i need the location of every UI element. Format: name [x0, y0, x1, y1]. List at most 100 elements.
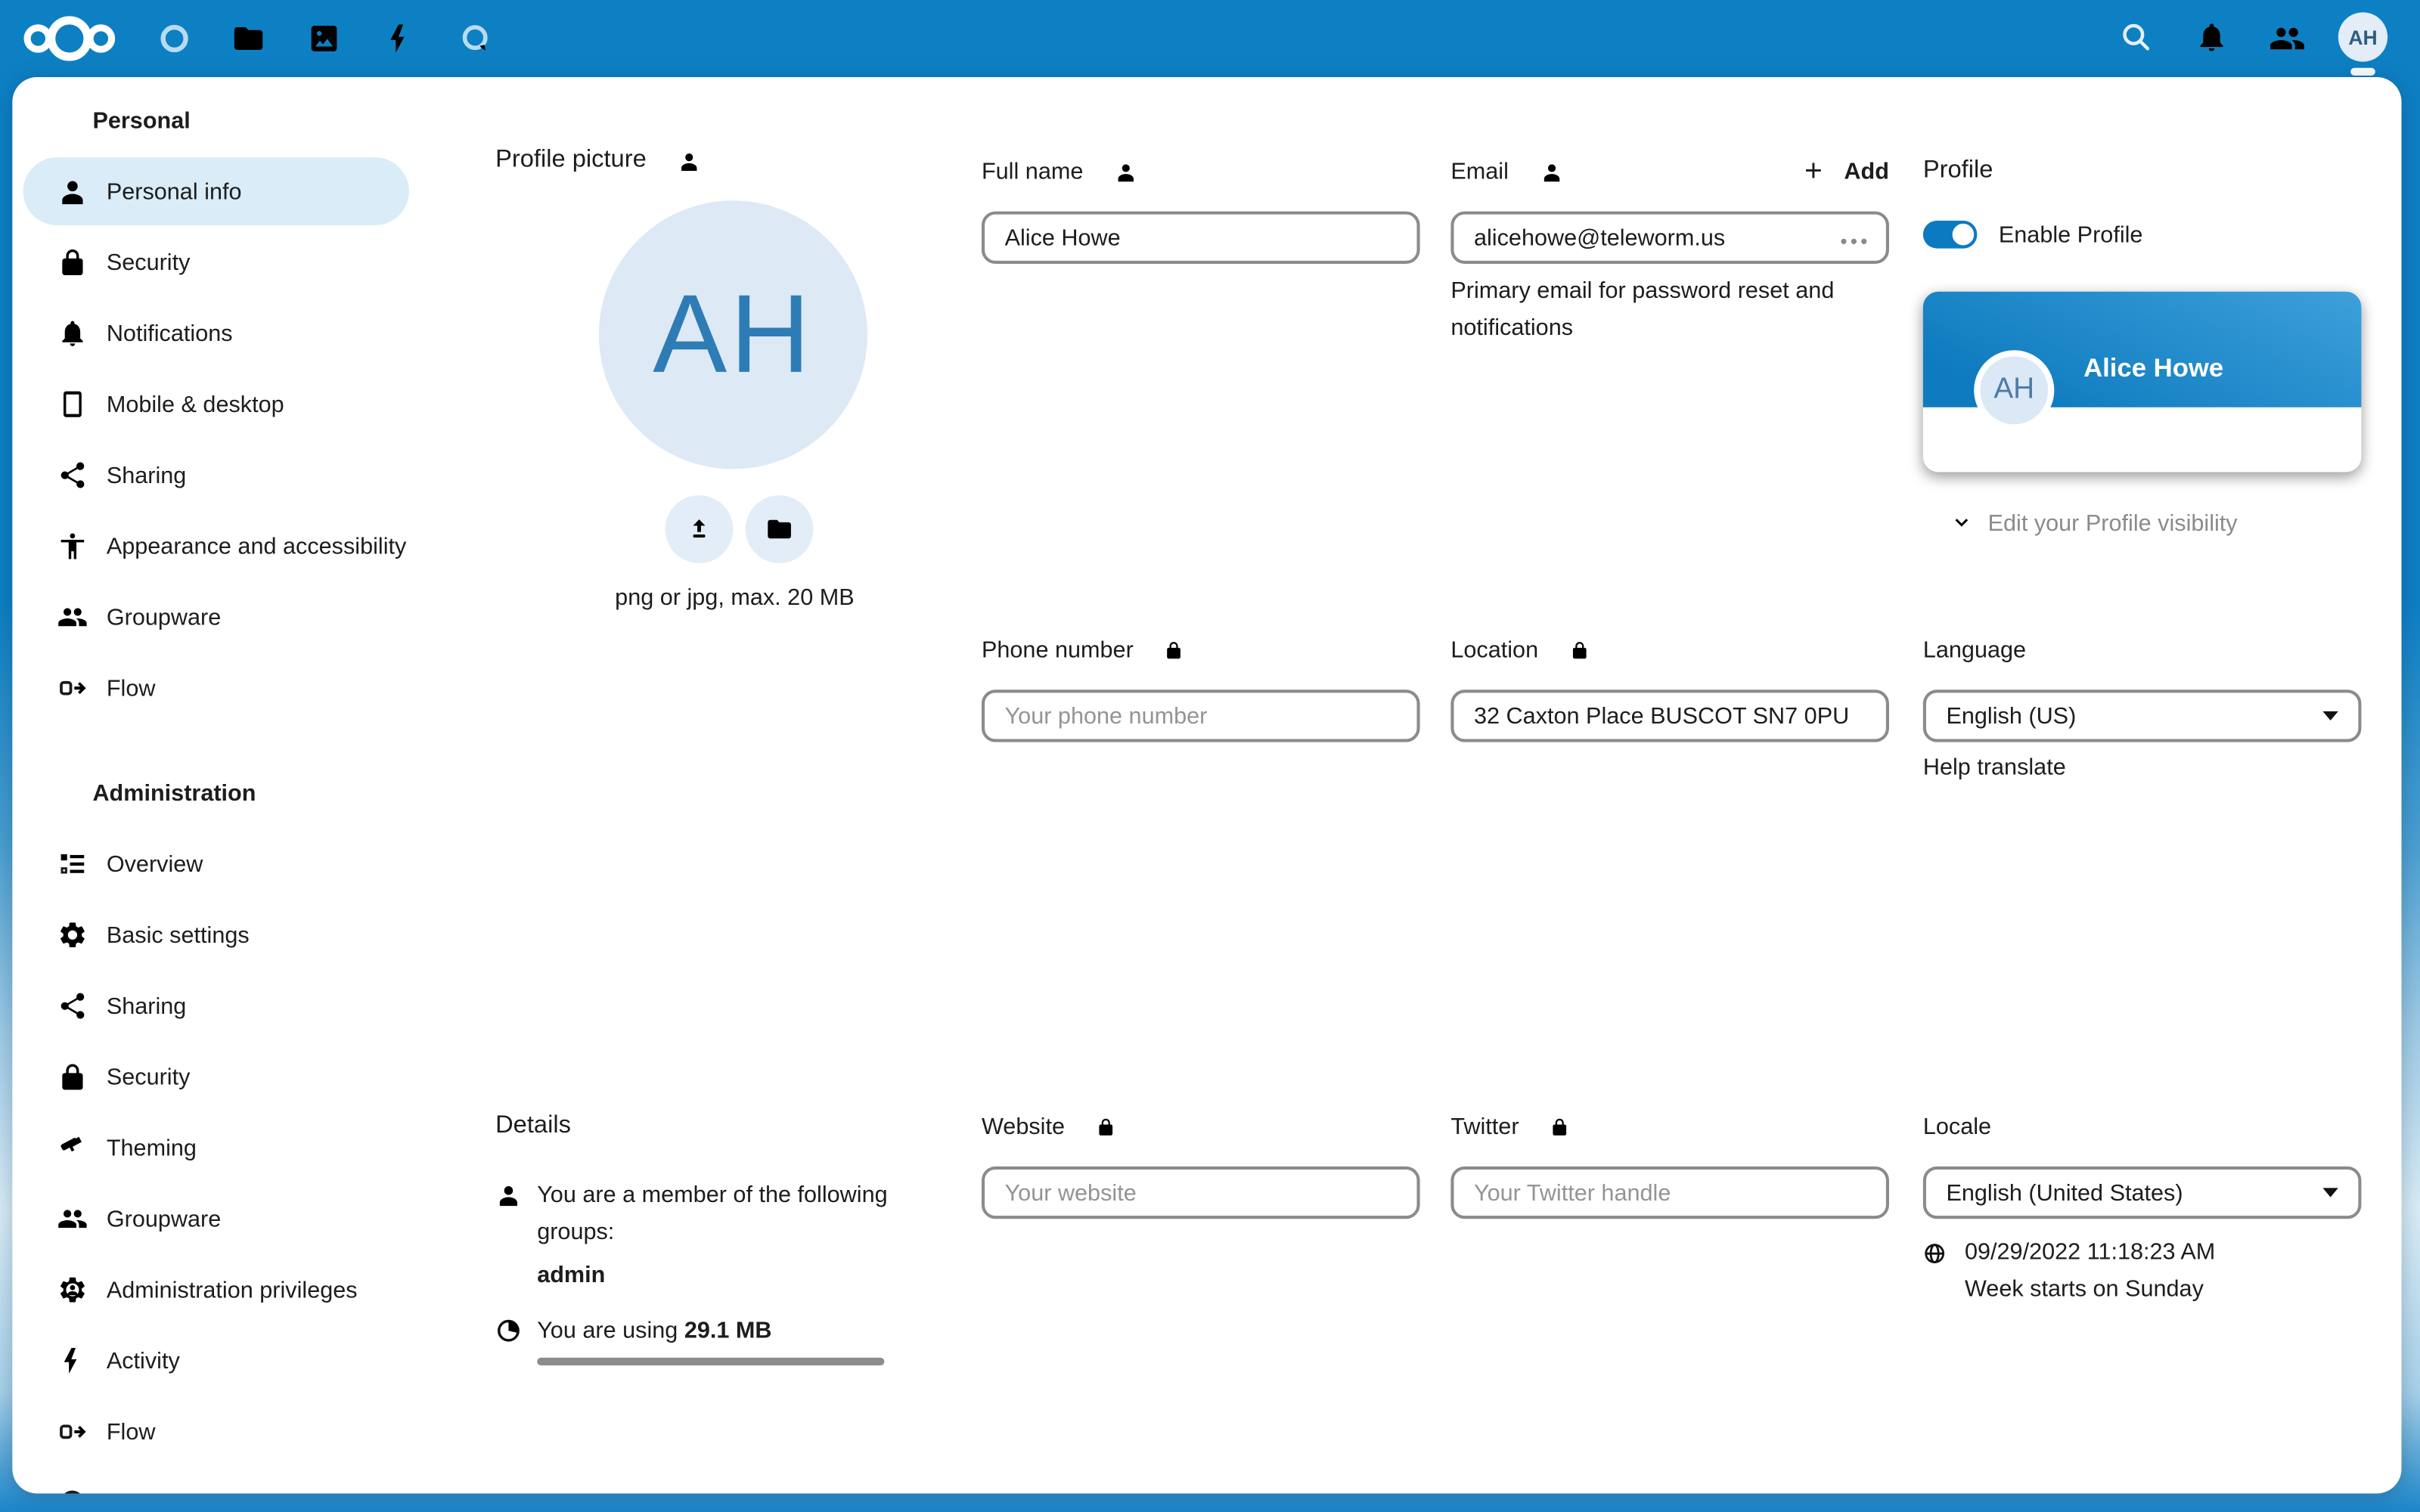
nextcloud-logo[interactable] — [22, 11, 118, 66]
sidebar-item-overview[interactable]: Overview — [23, 830, 409, 898]
sidebar-item-activity[interactable]: Activity — [23, 1327, 409, 1395]
phone-field-block: Phone number — [982, 625, 1420, 742]
scope-private-lock-icon[interactable] — [1569, 640, 1590, 660]
share-icon — [57, 460, 88, 491]
sidebar-item-appearance-accessibility[interactable]: Appearance and accessibility — [23, 513, 409, 581]
share-icon — [57, 990, 88, 1021]
settings-content-card: Personal Personal info Security Notifica… — [12, 77, 2401, 1493]
language-field-block: Language English (US) Help translate — [1923, 625, 2362, 781]
locale-field-block: Locale English (United States) 09/29/202… — [1923, 1101, 2362, 1308]
top-navigation-bar: AH — [0, 0, 2420, 77]
email-actions-icon[interactable]: ••• — [1840, 230, 1870, 253]
scope-private-lock-icon[interactable] — [1550, 1117, 1570, 1137]
locale-datetime: 09/29/2022 11:18:23 AM — [1965, 1235, 2215, 1272]
talk-app-icon[interactable] — [458, 22, 492, 56]
locale-datetime-info: 09/29/2022 11:18:23 AM Week starts on Su… — [1965, 1235, 2215, 1309]
lock-icon — [57, 1061, 88, 1092]
user-avatar-menu[interactable]: AH — [2338, 12, 2387, 61]
email-field-block: Email + Add ••• Primary email for passwo… — [1450, 147, 1889, 347]
twitter-input[interactable] — [1450, 1167, 1889, 1219]
lock-icon — [57, 247, 88, 278]
paint-roller-icon — [57, 1132, 88, 1163]
profile-card-display-name: Alice Howe — [2083, 353, 2223, 384]
email-helper-text: Primary email for password reset and not… — [1450, 273, 1889, 347]
sidebar-item-groupware[interactable]: Groupware — [23, 583, 409, 651]
full-name-input[interactable] — [982, 212, 1420, 264]
location-field-block: Location — [1450, 625, 1889, 742]
help-translate-link[interactable]: Help translate — [1923, 754, 2362, 781]
sidebar-item-talk[interactable]: Talk — [23, 1469, 409, 1494]
profile-card-avatar: AH — [1974, 350, 2054, 430]
sidebar-item-administration-privileges[interactable]: Administration privileges — [23, 1256, 409, 1324]
scope-federated-icon[interactable] — [1114, 160, 1137, 183]
profile-section: Profile Enable Profile AH Alice Howe Edi… — [1923, 147, 2362, 550]
group-icon — [57, 1204, 88, 1235]
add-email-button[interactable]: + Add — [1804, 156, 1889, 187]
scope-federated-icon[interactable] — [1540, 160, 1563, 183]
person-icon — [495, 1182, 522, 1208]
search-icon[interactable] — [2119, 20, 2153, 54]
sidebar-item-personal-info[interactable]: Personal info — [23, 157, 409, 225]
enable-profile-toggle[interactable] — [1923, 221, 1977, 249]
activity-app-icon[interactable] — [383, 22, 417, 56]
enable-profile-label: Enable Profile — [1999, 222, 2143, 248]
sidebar-heading-personal: Personal — [92, 86, 463, 154]
full-name-field-block: Full name — [982, 147, 1420, 264]
phone-input[interactable] — [982, 689, 1420, 742]
group-icon — [57, 602, 88, 633]
edit-profile-visibility-link[interactable]: Edit your Profile visibility — [1951, 497, 2362, 549]
details-title: Details — [495, 1112, 571, 1140]
sidebar-item-flow[interactable]: Flow — [23, 654, 409, 722]
chevron-down-icon — [1951, 513, 1973, 534]
profile-preview-card[interactable]: AH Alice Howe — [1923, 292, 2362, 472]
admin-gear-icon — [57, 1275, 88, 1306]
nextcloud-settings-page: AH Personal Personal info Security Notif… — [0, 0, 2420, 1512]
dashboard-app-icon[interactable] — [157, 22, 191, 56]
files-app-icon[interactable] — [231, 22, 265, 56]
full-name-label: Full name — [982, 158, 1083, 184]
choose-from-files-button[interactable] — [746, 495, 814, 563]
sidebar-item-basic-settings[interactable]: Basic settings — [23, 901, 409, 969]
sidebar-item-admin-security[interactable]: Security — [23, 1043, 409, 1111]
sidebar-item-notifications[interactable]: Notifications — [23, 299, 409, 367]
details-section: Details You are a member of the followin… — [495, 1101, 958, 1365]
caret-down-icon — [2322, 1188, 2338, 1197]
globe-icon — [1923, 1242, 1947, 1266]
profile-picture-label: Profile picture — [495, 147, 647, 175]
locale-select[interactable]: English (United States) — [1923, 1167, 2362, 1219]
sidebar-item-theming[interactable]: Theming — [23, 1114, 409, 1182]
website-label: Website — [982, 1113, 1065, 1139]
scope-federated-icon[interactable] — [678, 149, 701, 172]
location-label: Location — [1450, 637, 1538, 663]
scope-private-lock-icon[interactable] — [1165, 640, 1185, 660]
scope-private-lock-icon[interactable] — [1096, 1117, 1116, 1137]
phone-label: Phone number — [982, 637, 1134, 663]
location-input[interactable] — [1450, 689, 1889, 742]
upload-avatar-button[interactable] — [666, 495, 734, 563]
sidebar-item-admin-groupware[interactable]: Groupware — [23, 1185, 409, 1253]
website-input[interactable] — [982, 1167, 1420, 1219]
sidebar-item-security[interactable]: Security — [23, 228, 409, 296]
profile-picture-avatar: AH — [599, 200, 867, 469]
language-label: Language — [1923, 637, 2026, 663]
sidebar-item-admin-flow[interactable]: Flow — [23, 1398, 409, 1466]
locale-label: Locale — [1923, 1113, 1991, 1139]
photos-app-icon[interactable] — [307, 22, 341, 56]
overview-icon — [57, 848, 88, 879]
language-select[interactable]: English (US) — [1923, 689, 2362, 742]
sidebar-item-admin-sharing[interactable]: Sharing — [23, 972, 409, 1040]
person-icon — [57, 176, 88, 207]
mobile-icon — [57, 389, 88, 420]
profile-picture-section: Profile picture AH png or jpg, max. 20 M… — [495, 136, 974, 612]
notifications-bell-icon[interactable] — [2195, 20, 2229, 54]
groups-value: admin — [537, 1257, 958, 1294]
sidebar-item-sharing[interactable]: Sharing — [23, 442, 409, 510]
enable-profile-toggle-row[interactable]: Enable Profile — [1923, 215, 2362, 255]
sidebar-item-mobile-desktop[interactable]: Mobile & desktop — [23, 370, 409, 438]
contacts-icon[interactable] — [2269, 20, 2306, 57]
talk-icon — [57, 1487, 88, 1493]
flow-icon — [57, 673, 88, 704]
email-input[interactable] — [1450, 212, 1889, 264]
twitter-label: Twitter — [1450, 1113, 1519, 1139]
twitter-field-block: Twitter — [1450, 1101, 1889, 1219]
